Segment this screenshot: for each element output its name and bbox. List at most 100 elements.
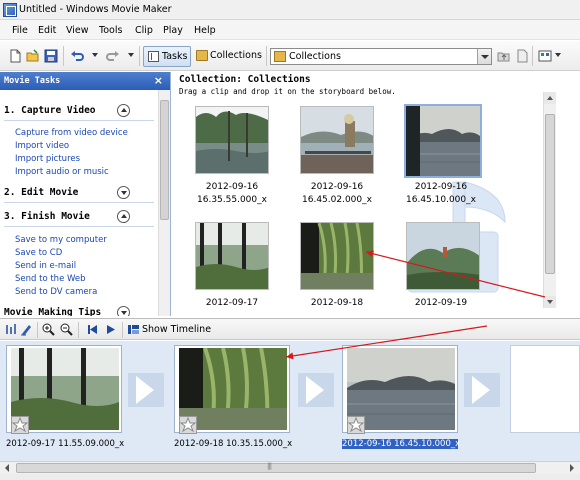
set-audio-levels-icon[interactable] [4, 323, 17, 336]
section-edit-movie[interactable]: 2. Edit Movie [4, 187, 78, 198]
toolbar-separator [37, 322, 38, 338]
toolbar: Tasks Collections Collections [0, 41, 580, 71]
menu-clip[interactable]: Clip [135, 25, 153, 36]
undo-dropdown-arrow[interactable] [92, 53, 98, 57]
menu-file[interactable]: File [12, 25, 28, 36]
storyboard-clip-label: 2012-09-18 10.35.15.000_x [174, 439, 293, 449]
collection-select-value: Collections [289, 51, 341, 62]
open-folder-icon[interactable] [26, 49, 40, 63]
link-send-in-email[interactable]: Send in e-mail [15, 261, 76, 271]
collection-pane: Collection: Collections Drag a clip and … [173, 72, 558, 316]
clip-date: 2012-09-16 [205, 182, 259, 192]
redo-dropdown-arrow[interactable] [128, 53, 134, 57]
undo-icon[interactable] [70, 49, 84, 63]
redo-icon[interactable] [106, 49, 120, 63]
chevron-down-icon[interactable] [117, 306, 130, 316]
chevron-up-icon[interactable] [117, 210, 130, 223]
storyboard-toolbar: Show Timeline [0, 318, 580, 340]
scrollbar-thumb[interactable] [16, 462, 536, 473]
new-folder-icon[interactable] [515, 49, 529, 63]
clip-date: 2012-09-16 [414, 182, 468, 192]
scrollbar-thumb[interactable] [545, 114, 555, 274]
collection-scrollbar[interactable] [543, 92, 556, 308]
link-save-to-cd[interactable]: Save to CD [15, 248, 62, 258]
link-save-to-my-computer[interactable]: Save to my computer [15, 235, 107, 245]
storyboard-frame [174, 345, 290, 434]
narrate-timeline-icon[interactable] [20, 323, 33, 336]
transition-slot[interactable] [298, 373, 334, 407]
new-project-icon[interactable] [8, 49, 22, 63]
section-movie-making-tips[interactable]: Movie Making Tips [4, 307, 101, 316]
rewind-icon[interactable] [86, 323, 99, 336]
scroll-up-icon[interactable] [544, 92, 556, 104]
clip-date: 2012-09-16 [310, 182, 364, 192]
section-finish-movie[interactable]: 3. Finish Movie [4, 211, 90, 222]
menu-tools[interactable]: Tools [99, 25, 122, 36]
section-divider [4, 120, 154, 121]
task-pane-scrollbar[interactable] [158, 90, 170, 316]
zoom-out-icon[interactable] [60, 323, 73, 336]
tasks-button[interactable]: Tasks [143, 46, 191, 67]
collection-select[interactable]: Collections [270, 48, 492, 65]
clip-thumbnail[interactable] [300, 222, 374, 290]
transition-slot[interactable] [464, 373, 500, 407]
storyboard-frame [6, 345, 122, 434]
scroll-left-icon[interactable] [2, 463, 14, 473]
clip-thumbnail[interactable] [404, 104, 482, 178]
tasks-icon [148, 51, 159, 62]
menu-help[interactable]: Help [194, 25, 216, 36]
save-icon[interactable] [44, 49, 58, 63]
video-effect-star-icon[interactable] [347, 416, 365, 434]
collections-button-label: Collections [210, 50, 262, 61]
menu-edit[interactable]: Edit [38, 25, 56, 36]
clip-thumbnail[interactable] [406, 222, 480, 290]
link-capture-from-video-device[interactable]: Capture from video device [15, 128, 128, 138]
chevron-down-icon[interactable] [117, 186, 130, 199]
clip-date: 2012-09-18 [310, 298, 364, 308]
link-import-video[interactable]: Import video [15, 141, 69, 151]
up-folder-icon[interactable] [497, 49, 511, 63]
views-dropdown-arrow[interactable] [555, 53, 561, 57]
section-divider [4, 226, 154, 227]
toolbar-separator [139, 46, 140, 66]
views-icon[interactable] [538, 49, 552, 63]
menu-bar: File Edit View Tools Clip Play Help [0, 20, 580, 40]
clip-date: 2012-09-19 [414, 298, 468, 308]
collection-folder-icon [274, 51, 286, 62]
storyboard-empty-slot[interactable] [510, 345, 580, 433]
collection-heading: Collection: Collections [179, 74, 311, 85]
link-send-to-dv-camera[interactable]: Send to DV camera [15, 287, 97, 297]
clip-thumbnail[interactable] [195, 106, 269, 174]
scroll-down-icon[interactable] [544, 296, 556, 308]
section-capture-video[interactable]: 1. Capture Video [4, 105, 96, 116]
transition-slot[interactable] [128, 373, 164, 407]
scroll-right-icon[interactable] [566, 463, 578, 473]
link-import-pictures[interactable]: Import pictures [15, 154, 80, 164]
chevron-up-icon[interactable] [117, 104, 130, 117]
clip-date: 2012-09-17 [205, 298, 259, 308]
storyboard-clip-label-selected: 2012-09-16 16.45.10.000_x [342, 439, 461, 449]
storyboard-frame [342, 345, 458, 434]
storyboard-scrollbar[interactable] [0, 461, 580, 474]
clip-thumbnail[interactable] [195, 222, 269, 290]
clip-time: 16.45.02.000_x [302, 195, 372, 205]
menu-play[interactable]: Play [163, 25, 183, 36]
timeline-icon[interactable] [127, 323, 140, 336]
link-import-audio-or-music[interactable]: Import audio or music [15, 167, 109, 177]
link-send-to-web[interactable]: Send to the Web [15, 274, 86, 284]
menu-view[interactable]: View [66, 25, 89, 36]
scrollbar-thumb[interactable] [160, 100, 169, 220]
zoom-in-icon[interactable] [42, 323, 55, 336]
play-icon[interactable] [104, 323, 117, 336]
close-icon[interactable]: × [154, 74, 163, 87]
chevron-down-icon[interactable] [477, 49, 491, 64]
video-effect-star-icon[interactable] [179, 416, 197, 434]
storyboard-clip-label: 2012-09-17 11.55.09.000_x [6, 439, 125, 449]
collections-button[interactable]: Collections [194, 46, 264, 67]
toolbar-separator [63, 46, 64, 66]
clip-thumbnail[interactable] [300, 106, 374, 174]
video-effect-star-icon[interactable] [11, 416, 29, 434]
show-timeline-button[interactable]: Show Timeline [142, 324, 211, 335]
clip-time: 16.35.55.000_x [197, 195, 267, 205]
collection-instruction: Drag a clip and drop it on the storyboar… [179, 87, 396, 96]
